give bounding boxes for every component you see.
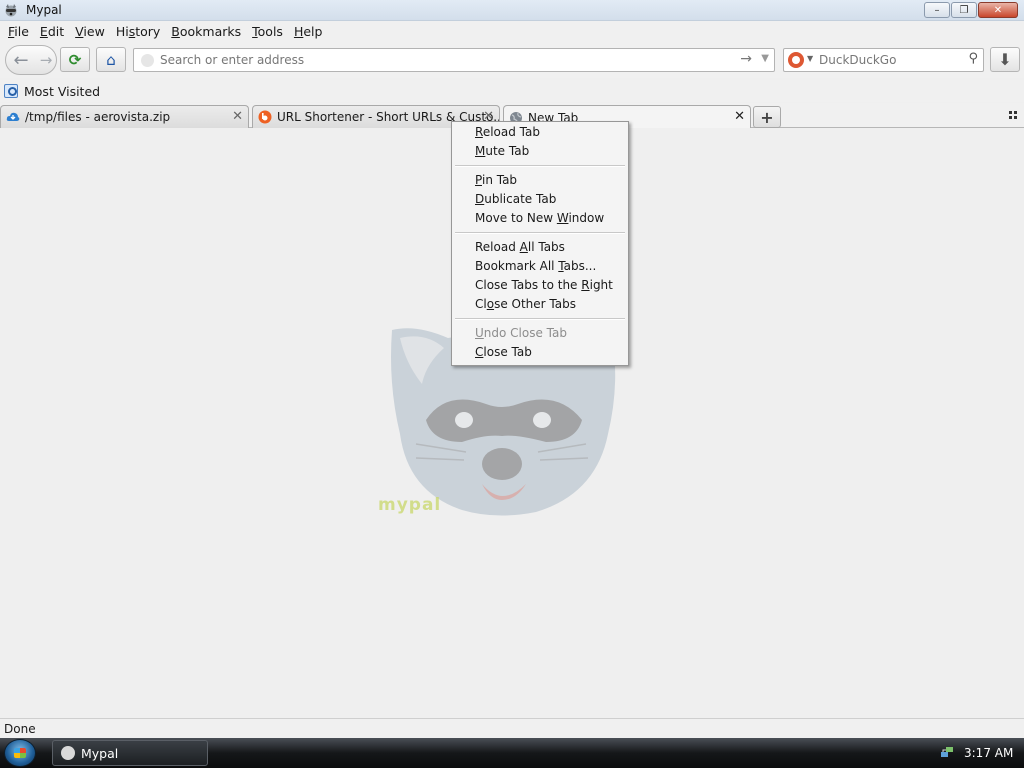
menu-view[interactable]: View: [71, 24, 109, 39]
engine-dropdown-icon[interactable]: ▼: [807, 54, 813, 63]
mypal-app-icon: [5, 4, 17, 17]
all-tabs-icon[interactable]: [1009, 111, 1018, 120]
back-arrow-icon[interactable]: ←: [6, 46, 36, 74]
back-forward-group: ← →: [5, 45, 57, 75]
clock[interactable]: 3:17 AM: [964, 746, 1013, 760]
menu-item-duplicate-tab[interactable]: Dublicate Tab: [452, 190, 628, 209]
url-bar[interactable]: → ▼: [133, 48, 775, 72]
bookmark-most-visited[interactable]: Most Visited: [24, 84, 100, 99]
start-button[interactable]: [4, 739, 36, 767]
download-icon[interactable]: ⬇: [990, 47, 1020, 72]
menu-bookmarks[interactable]: Bookmarks: [167, 24, 245, 39]
menu-bar: File Edit View History Bookmarks Tools H…: [0, 21, 1024, 42]
forward-arrow-icon[interactable]: →: [36, 46, 56, 74]
reload-icon[interactable]: ⟳: [60, 47, 90, 72]
duckduckgo-icon[interactable]: [788, 52, 804, 68]
tab-close-icon[interactable]: ✕: [734, 109, 745, 124]
tab-title: /tmp/files - aerovista.zip: [25, 110, 171, 124]
menu-separator: [452, 161, 628, 171]
menu-item-bookmark-all-tabs[interactable]: Bookmark All Tabs...: [452, 257, 628, 276]
menu-history[interactable]: History: [112, 24, 164, 39]
menu-help[interactable]: Help: [290, 24, 327, 39]
menu-item-close-tab[interactable]: Close Tab: [452, 343, 628, 362]
navigation-toolbar: ← → ⟳ ⌂ → ▼ ▼ ⚲ ⬇: [0, 42, 1024, 78]
address-input[interactable]: [160, 52, 730, 68]
url-dropdown-icon[interactable]: ▼: [761, 53, 769, 64]
network-tray-icon[interactable]: [940, 745, 954, 759]
most-visited-icon: [4, 84, 18, 98]
cloud-icon: [6, 112, 20, 121]
menu-item-close-other-tabs[interactable]: Close Other Tabs: [452, 295, 628, 314]
menu-separator: [452, 228, 628, 238]
menu-separator: [452, 314, 628, 324]
menu-item-reload-tab[interactable]: Reload Tab: [452, 123, 628, 142]
restore-button[interactable]: ❐: [951, 2, 977, 18]
logo-text: mypal: [378, 495, 442, 515]
bitly-icon: [258, 110, 272, 124]
search-icon[interactable]: ⚲: [968, 51, 978, 66]
menu-item-mute-tab[interactable]: Mute Tab: [452, 142, 628, 161]
tab-close-icon[interactable]: ✕: [232, 109, 243, 124]
menu-edit[interactable]: Edit: [36, 24, 68, 39]
status-bar: Done: [0, 718, 1024, 738]
bookmarks-toolbar: Most Visited: [0, 80, 1024, 102]
menu-item-pin-tab[interactable]: Pin Tab: [452, 171, 628, 190]
tab-files[interactable]: /tmp/files - aerovista.zip ✕: [0, 105, 249, 128]
menu-file[interactable]: File: [4, 24, 33, 39]
tab-context-menu: Reload Tab Mute Tab Pin Tab Dublicate Ta…: [451, 121, 629, 366]
title-bar: Mypal – ❐ ✕: [0, 0, 1024, 21]
go-arrow-icon[interactable]: →: [740, 51, 752, 67]
taskbar-app-label: Mypal: [81, 745, 119, 761]
close-window-button[interactable]: ✕: [978, 2, 1018, 18]
mypal-taskbar-icon: [61, 746, 75, 760]
home-icon[interactable]: ⌂: [96, 47, 126, 72]
menu-item-reload-all-tabs[interactable]: Reload All Tabs: [452, 238, 628, 257]
search-input[interactable]: [819, 52, 959, 68]
search-bar[interactable]: ▼ ⚲: [783, 48, 984, 72]
status-text: Done: [4, 721, 36, 736]
taskbar-app-button[interactable]: Mypal: [52, 740, 208, 766]
menu-item-move-to-new-window[interactable]: Move to New Window: [452, 209, 628, 228]
window-title: Mypal: [26, 3, 62, 17]
menu-item-close-tabs-right[interactable]: Close Tabs to the Right: [452, 276, 628, 295]
menu-item-undo-close-tab: Undo Close Tab: [475, 326, 567, 340]
new-tab-button[interactable]: +: [753, 106, 781, 128]
minimize-button[interactable]: –: [924, 2, 950, 18]
site-identity-icon[interactable]: [141, 54, 154, 67]
taskbar: Mypal 3:17 AM: [0, 738, 1024, 768]
menu-tools[interactable]: Tools: [248, 24, 287, 39]
